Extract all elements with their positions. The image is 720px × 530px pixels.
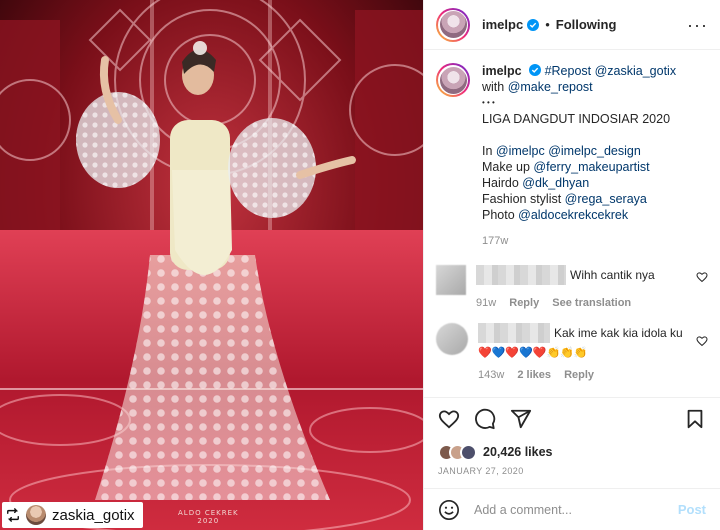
- credit-link[interactable]: @imelpc @imelpc_design: [496, 144, 641, 158]
- see-translation-button[interactable]: See translation: [552, 297, 631, 309]
- caption-avatar[interactable]: [436, 63, 470, 97]
- share-paper-plane-icon[interactable]: [510, 408, 532, 430]
- reply-button[interactable]: Reply: [509, 297, 539, 309]
- comment-meta: 143w 2 likes Reply: [478, 369, 708, 381]
- like-comment-heart-icon[interactable]: [696, 335, 708, 347]
- stage-photo: [0, 0, 423, 530]
- header-separator: •: [545, 17, 550, 32]
- credit-link[interactable]: @ferry_makeupartist: [533, 160, 649, 174]
- comment-emojis: ❤️💙❤️💙❤️👏👏👏: [478, 346, 588, 359]
- caption-username[interactable]: imelpc: [482, 64, 522, 78]
- comment-text: Kak ime kak kia idola ku: [554, 326, 683, 340]
- comment-item: Wihh cantik nya 91w Reply See translatio…: [436, 265, 708, 309]
- verified-badge-icon: [527, 18, 540, 31]
- repost-avatar: [26, 505, 46, 525]
- more-options-icon[interactable]: ···: [687, 16, 708, 34]
- caption-line-makeup: Make up @ferry_makeupartist: [482, 160, 650, 174]
- caption-with-prefix: with: [482, 80, 508, 94]
- comment-likes[interactable]: 2 likes: [517, 369, 551, 381]
- repost-hashtag-link[interactable]: #Repost @zaskia_gotix: [545, 64, 677, 78]
- caption-line-stylist: Fashion stylist @rega_seraya: [482, 192, 647, 206]
- caption-line-hairdo: Hairdo @dk_dhyan: [482, 176, 590, 190]
- following-button[interactable]: Following: [556, 17, 617, 32]
- make-repost-link[interactable]: @make_repost: [508, 80, 593, 94]
- commenter-username-blurred[interactable]: [476, 265, 566, 285]
- comment-item: Kak ime kak kia idola ku ❤️💙❤️💙❤️👏👏👏 143…: [436, 323, 708, 381]
- like-heart-icon[interactable]: [438, 408, 460, 430]
- caption-line-in: In @imelpc @imelpc_design: [482, 144, 641, 158]
- post-caption: imelpc #Repost @zaskia_gotix with @make_…: [436, 63, 708, 249]
- credit-link[interactable]: @dk_dhyan: [522, 176, 589, 190]
- repost-username: zaskia_gotix: [52, 506, 135, 524]
- caption-title: LIGA DANGDUT INDOSIAR 2020: [482, 112, 671, 126]
- likes-summary[interactable]: 20,426 likes: [438, 442, 706, 462]
- comment-meta: 91w Reply See translation: [476, 297, 708, 309]
- comment-age: 91w: [476, 297, 497, 309]
- reply-button[interactable]: Reply: [564, 369, 594, 381]
- verified-badge-icon: [529, 64, 542, 76]
- photo-watermark: ALDO CEKREK 2020: [178, 509, 239, 525]
- comment-text: Wihh cantik nya: [570, 268, 655, 282]
- commenter-username-blurred[interactable]: [478, 323, 550, 343]
- post-date: JANUARY 27, 2020: [438, 466, 524, 476]
- caption-line-photo: Photo @aldocekrekcekrek: [482, 208, 629, 222]
- post-comment-button[interactable]: Post: [678, 502, 706, 517]
- caption-age: 177w: [482, 235, 509, 247]
- caption-dots: • • •: [482, 98, 495, 107]
- add-comment-input[interactable]: Add a comment...: [474, 503, 678, 517]
- post-image[interactable]: ALDO CEKREK 2020 zaskia_gotix: [0, 0, 423, 530]
- save-bookmark-icon[interactable]: [684, 408, 706, 430]
- likes-count[interactable]: 20,426 likes: [483, 445, 553, 459]
- add-comment-bar: Add a comment... Post: [424, 488, 720, 530]
- post-details-panel: imelpc • Following ··· imelpc #Repost @z: [423, 0, 720, 530]
- commenter-avatar-blurred[interactable]: [436, 323, 468, 355]
- author-avatar[interactable]: [436, 7, 470, 42]
- repost-icon: [7, 508, 19, 522]
- commenter-avatar-blurred[interactable]: [436, 265, 466, 295]
- comments-section[interactable]: imelpc #Repost @zaskia_gotix with @make_…: [424, 51, 720, 396]
- credit-link[interactable]: @rega_seraya: [565, 192, 647, 206]
- post-actions: 20,426 likes JANUARY 27, 2020: [424, 397, 720, 476]
- post-header: imelpc • Following ···: [424, 0, 720, 50]
- liker-avatar: [460, 443, 477, 461]
- repost-tag[interactable]: zaskia_gotix: [2, 502, 143, 528]
- comment-bubble-icon[interactable]: [474, 408, 496, 430]
- like-comment-heart-icon[interactable]: [696, 271, 708, 283]
- comment-age: 143w: [478, 369, 505, 381]
- credit-link[interactable]: @aldocekrekcekrek: [518, 208, 628, 222]
- author-username[interactable]: imelpc: [482, 17, 523, 32]
- emoji-smiley-icon[interactable]: [438, 499, 460, 521]
